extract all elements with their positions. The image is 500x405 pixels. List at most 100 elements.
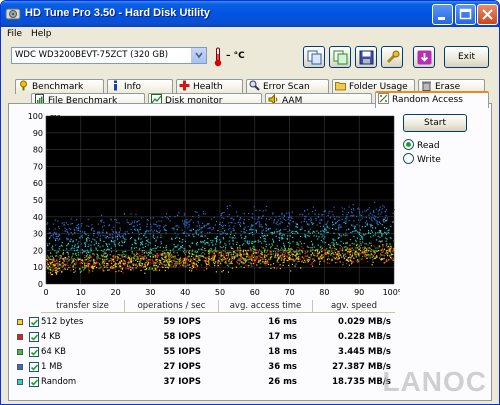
data-point	[186, 262, 188, 265]
data-point	[150, 229, 153, 231]
data-point	[359, 249, 362, 252]
data-point	[223, 246, 225, 248]
series-checkbox[interactable]	[29, 347, 39, 357]
data-point	[287, 249, 289, 251]
minimize-button[interactable]	[432, 4, 453, 25]
data-point	[88, 225, 90, 227]
tab-error-scan[interactable]: Error Scan	[246, 79, 329, 94]
data-point	[134, 255, 136, 257]
data-point	[381, 208, 383, 210]
data-point	[138, 237, 140, 239]
tab-health[interactable]: Health	[176, 79, 243, 94]
data-point	[101, 261, 104, 263]
data-point	[386, 238, 388, 240]
data-point	[322, 225, 325, 227]
data-point	[171, 237, 173, 239]
close-button[interactable]	[477, 4, 498, 25]
options-button[interactable]	[381, 46, 403, 68]
data-point	[59, 257, 61, 259]
data-point	[67, 267, 70, 269]
drive-select[interactable]: WDC WD3200BEVT-75ZCT (320 GB)	[11, 47, 207, 64]
title-bar[interactable]: HD Tune Pro 3.50 - Hard Disk Utility	[1, 1, 499, 27]
data-point	[70, 256, 73, 258]
data-point	[120, 260, 123, 262]
copy-screenshot-button[interactable]	[329, 46, 351, 68]
download-button[interactable]	[413, 46, 435, 68]
data-point	[148, 268, 150, 271]
data-point	[257, 216, 260, 218]
tab-benchmark[interactable]: Benchmark	[15, 79, 104, 94]
menu-file[interactable]: File	[7, 29, 22, 39]
data-point	[233, 256, 235, 258]
data-point	[289, 250, 291, 252]
data-point	[225, 247, 227, 249]
series-checkbox[interactable]	[29, 362, 39, 372]
data-point	[105, 237, 107, 239]
data-point	[171, 264, 173, 266]
chevron-down-icon[interactable]	[191, 48, 206, 63]
data-point	[327, 255, 329, 257]
data-point	[333, 243, 335, 245]
data-point	[209, 251, 212, 253]
data-point	[231, 267, 233, 269]
write-option[interactable]: Write	[403, 153, 441, 165]
data-point	[226, 233, 229, 235]
tab-info[interactable]: Info	[107, 79, 173, 94]
data-point	[74, 264, 76, 266]
data-point	[256, 264, 258, 266]
data-point	[341, 250, 343, 252]
data-point	[58, 261, 60, 263]
data-point	[183, 214, 185, 216]
data-point	[267, 263, 269, 266]
data-point	[64, 227, 66, 229]
series-checkbox[interactable]	[29, 377, 39, 387]
data-point	[283, 244, 285, 246]
data-point	[331, 247, 334, 249]
data-point	[155, 258, 157, 261]
tab-random-access[interactable]: Random Access	[375, 91, 489, 108]
series-checkbox[interactable]	[29, 332, 39, 342]
data-point	[126, 264, 129, 266]
data-point	[334, 247, 336, 250]
read-radio[interactable]	[403, 139, 414, 150]
write-radio[interactable]	[403, 153, 414, 164]
data-point	[255, 209, 257, 211]
data-point	[323, 248, 325, 251]
data-point	[258, 217, 260, 219]
copy-info-button[interactable]	[303, 46, 325, 68]
data-point	[190, 230, 193, 232]
data-point	[72, 253, 74, 256]
y-tick-label: 80	[33, 146, 43, 155]
data-point	[198, 214, 200, 216]
data-point	[72, 266, 74, 268]
data-point	[364, 243, 366, 245]
maximize-button[interactable]	[455, 4, 476, 25]
series-checkbox[interactable]	[29, 317, 39, 327]
start-button[interactable]: Start	[403, 114, 467, 132]
data-point	[149, 223, 152, 225]
data-point	[207, 260, 209, 262]
data-point	[173, 265, 175, 267]
data-point	[200, 235, 202, 237]
data-point	[126, 219, 128, 221]
data-point	[76, 227, 78, 229]
data-point	[62, 258, 65, 260]
data-point	[84, 245, 86, 248]
data-point	[146, 230, 148, 232]
data-point	[290, 231, 292, 233]
menu-help[interactable]: Help	[31, 29, 52, 39]
data-point	[113, 255, 115, 257]
data-point	[279, 255, 282, 257]
data-point	[200, 253, 203, 255]
exit-button[interactable]: Exit	[444, 46, 489, 68]
download-arrow-icon	[417, 50, 432, 65]
data-point	[82, 261, 84, 264]
save-button[interactable]	[355, 46, 377, 68]
read-option[interactable]: Read	[403, 139, 440, 151]
data-point	[204, 243, 206, 245]
data-point	[166, 260, 168, 262]
data-point	[122, 253, 125, 255]
data-point	[90, 244, 92, 246]
data-point	[231, 237, 233, 239]
data-point	[224, 248, 226, 250]
